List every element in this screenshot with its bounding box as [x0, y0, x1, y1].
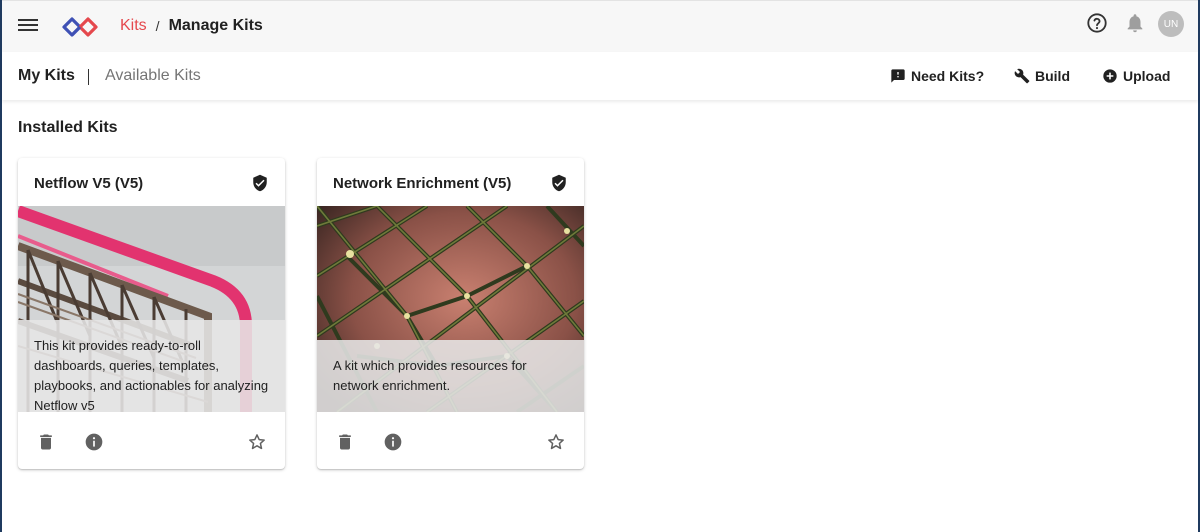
- delete-icon[interactable]: [36, 432, 56, 452]
- tab-divider: [88, 69, 89, 85]
- kit-description: This kit provides ready-to-roll dashboar…: [18, 320, 285, 412]
- breadcrumb: Kits / Manage Kits: [120, 17, 263, 35]
- need-kits-label: Need Kits?: [911, 68, 985, 84]
- delete-icon[interactable]: [335, 432, 355, 452]
- app-logo[interactable]: [60, 13, 104, 41]
- breadcrumb-separator: /: [155, 18, 160, 34]
- info-icon[interactable]: [383, 432, 403, 452]
- verified-shield-icon: [552, 174, 566, 192]
- feedback-icon: [891, 69, 905, 83]
- upload-label: Upload: [1123, 68, 1171, 84]
- verified-shield-icon: [253, 174, 267, 192]
- star-outline-icon[interactable]: [247, 432, 267, 452]
- kit-title: Network Enrichment (V5): [333, 175, 512, 192]
- info-icon[interactable]: [84, 432, 104, 452]
- avatar[interactable]: UN: [1158, 11, 1184, 37]
- bell-icon[interactable]: [1124, 12, 1146, 34]
- breadcrumb-kits-link[interactable]: Kits: [120, 17, 147, 35]
- kit-card-actions: [18, 412, 285, 469]
- kit-title: Netflow V5 (V5): [34, 175, 144, 192]
- kits-subnav: My Kits Available Kits Need Kits? Build …: [2, 52, 1198, 100]
- menu-icon[interactable]: [16, 16, 40, 36]
- kit-card-actions: [317, 412, 584, 469]
- app-bar: Kits / Manage Kits UN: [2, 0, 1198, 52]
- section-title: Installed Kits: [18, 119, 118, 136]
- kit-description: A kit which provides resources for netwo…: [317, 340, 584, 412]
- upload-button[interactable]: Upload: [1102, 68, 1170, 84]
- kit-card-network-enrichment[interactable]: Network Enrichment (V5) A kit which prov…: [317, 158, 584, 469]
- tab-my-kits[interactable]: My Kits: [18, 67, 75, 85]
- build-button[interactable]: Build: [1014, 68, 1070, 84]
- add-circle-icon: [1103, 69, 1117, 83]
- tab-available-kits[interactable]: Available Kits: [105, 67, 201, 85]
- page-title: Manage Kits: [168, 17, 263, 34]
- build-label: Build: [1035, 68, 1070, 84]
- need-kits-button[interactable]: Need Kits?: [890, 68, 984, 84]
- wrench-icon: [1014, 68, 1030, 84]
- help-icon[interactable]: [1086, 12, 1108, 34]
- kit-card-netflow[interactable]: Netflow V5 (V5) This kit provides ready-…: [18, 158, 285, 469]
- star-outline-icon[interactable]: [546, 432, 566, 452]
